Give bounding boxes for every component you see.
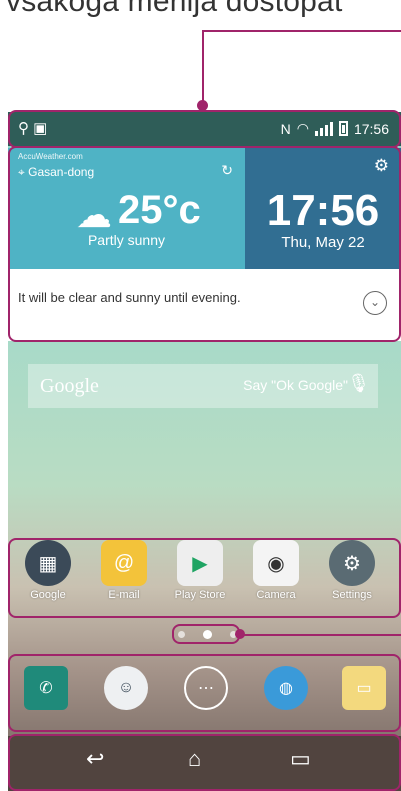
manual-caption: vsakoga menija dostopat (6, 0, 343, 18)
status-bar-highlight (8, 110, 401, 148)
microphone-icon[interactable]: 🎙 (347, 373, 370, 394)
google-logo: Google (40, 375, 99, 397)
callout-line (202, 30, 401, 32)
callout-marker (235, 629, 245, 639)
nav-highlight (8, 734, 401, 791)
widget-highlight (8, 146, 401, 342)
callout-line (202, 30, 204, 104)
dock-highlight (8, 654, 401, 732)
voice-hint: Say "Ok Google" (243, 377, 348, 393)
google-search-bar[interactable]: Google Say "Ok Google" 🎙 (28, 364, 378, 408)
callout-line (240, 634, 401, 636)
apps-highlight (8, 538, 401, 618)
indicator-highlight (172, 624, 240, 644)
